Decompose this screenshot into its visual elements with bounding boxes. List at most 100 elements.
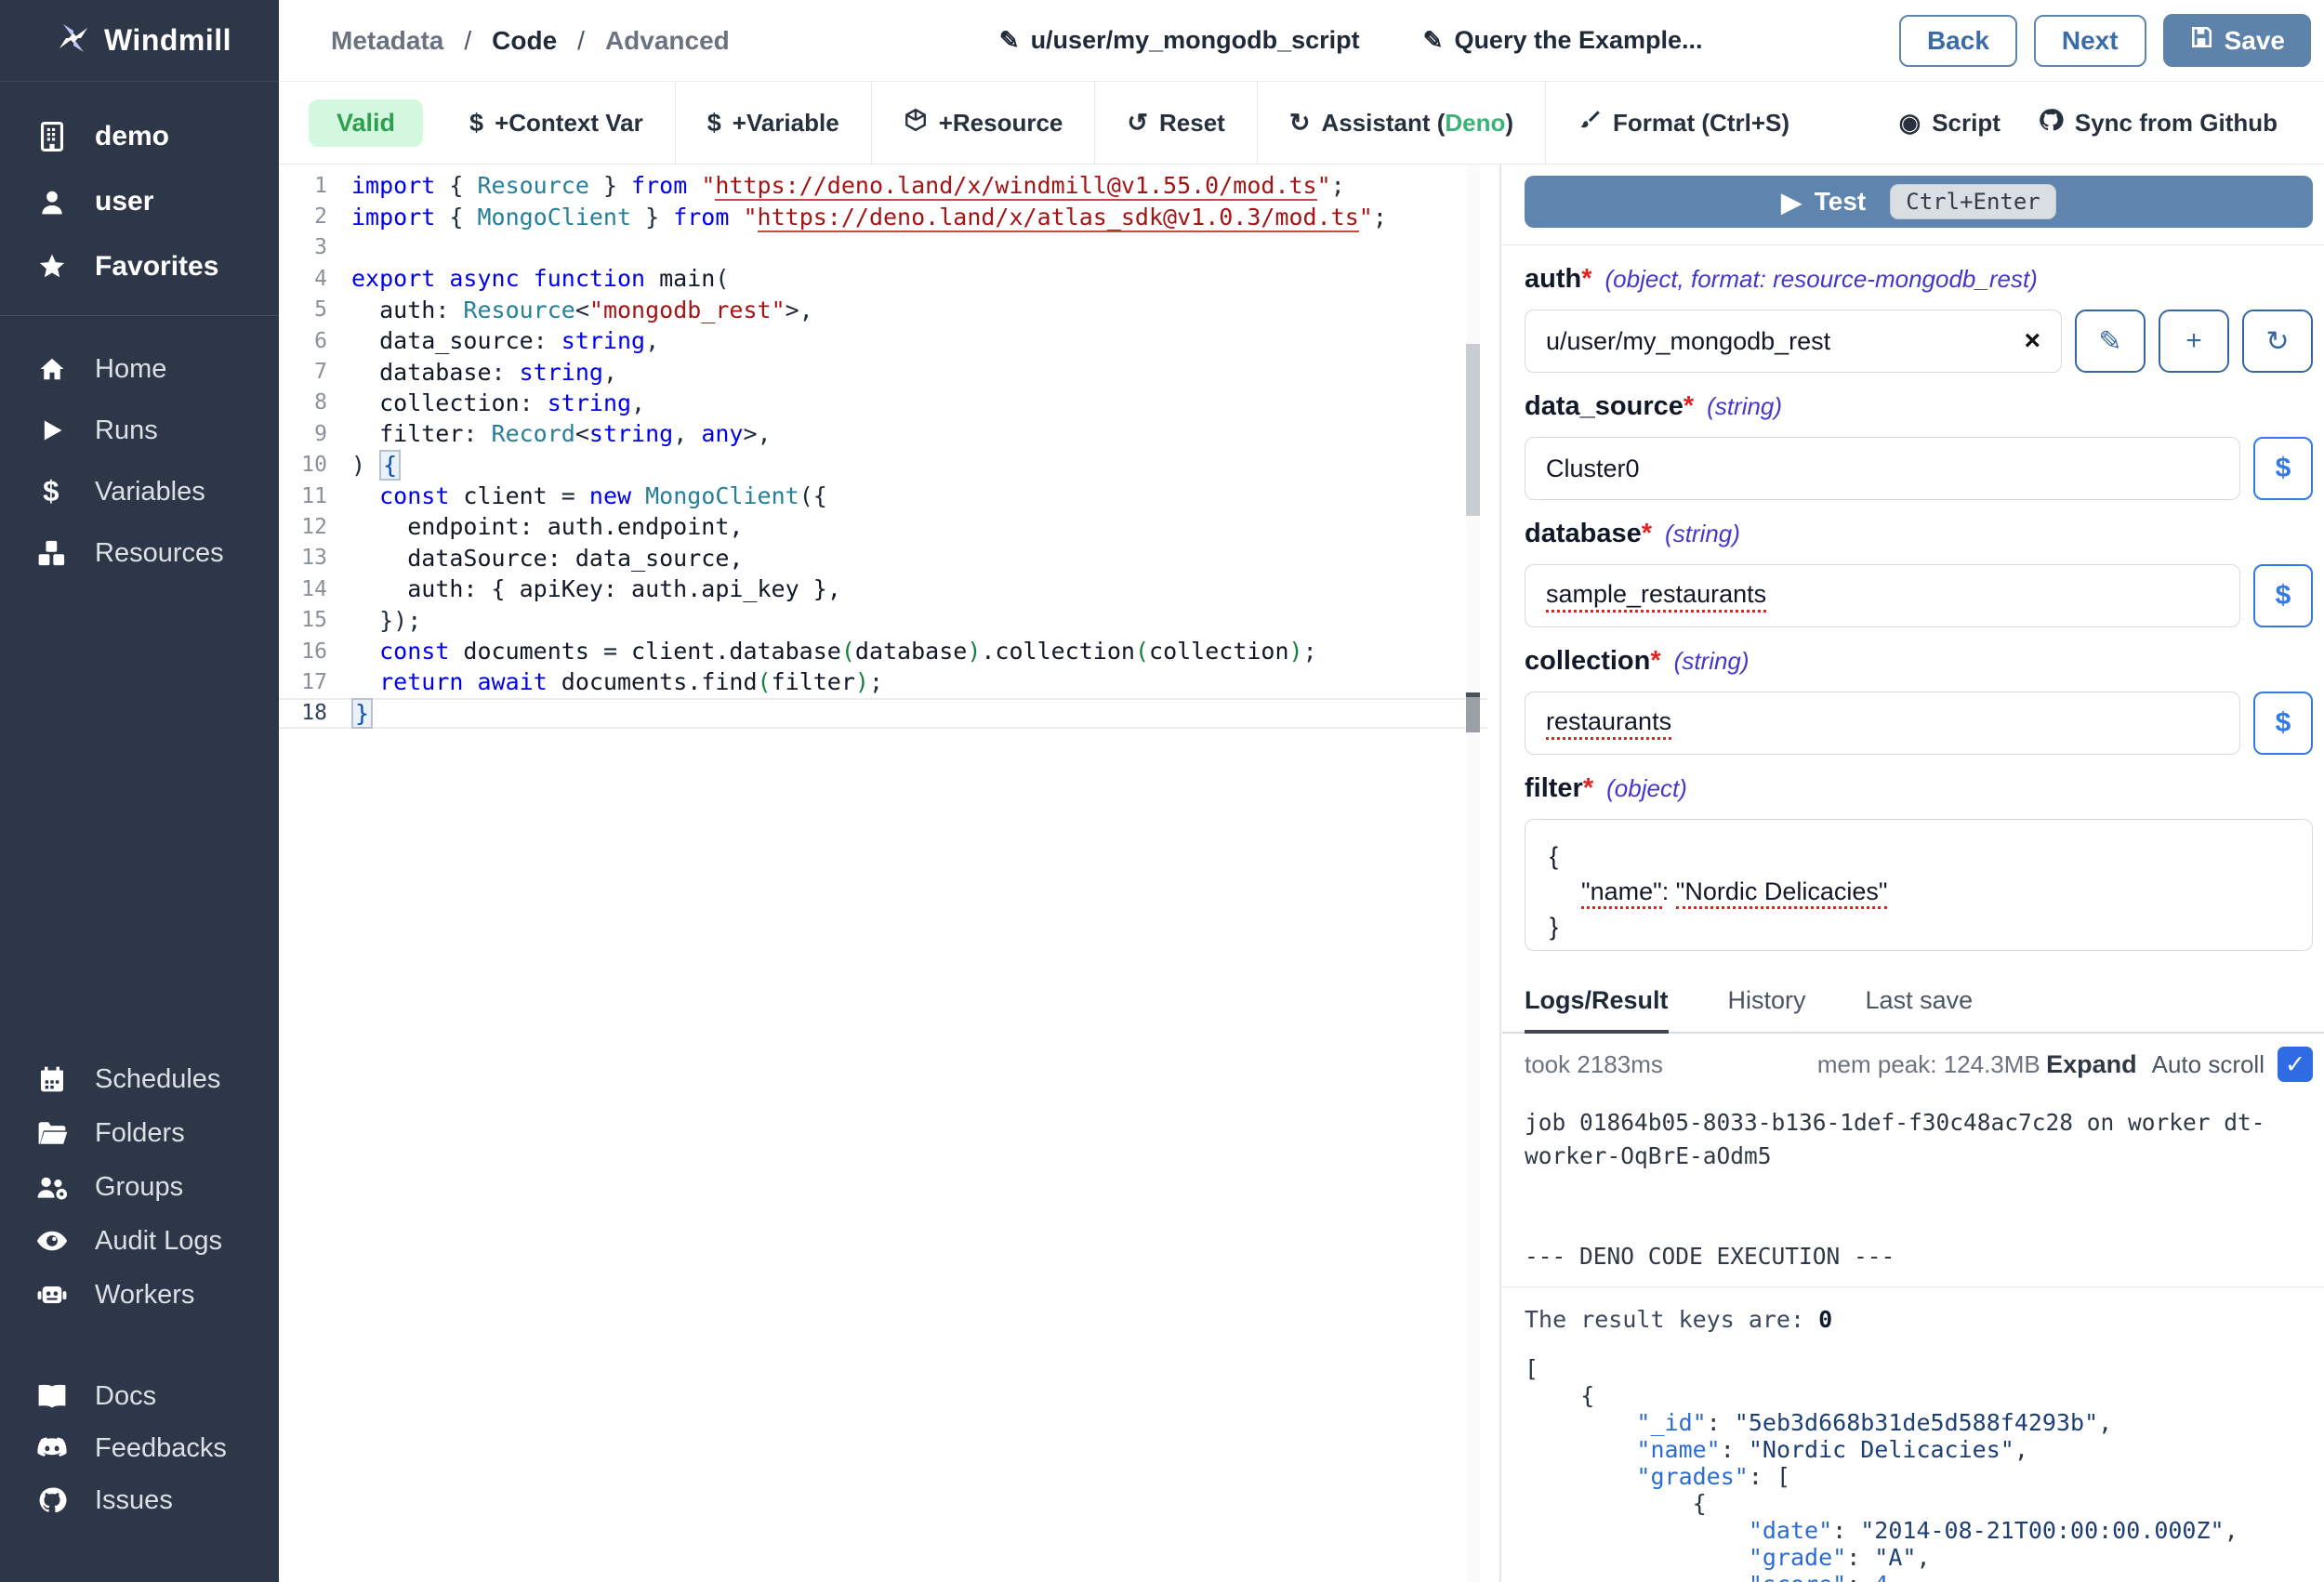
auth-resource-input[interactable]: u/user/my_mongodb_rest × [1525, 310, 2062, 373]
script-title-button[interactable]: ✎ Query the Example... [1423, 26, 1703, 55]
result-json-line: "grade": "A", [1525, 1544, 2313, 1571]
field-type: (string) [1665, 520, 1740, 548]
autoscroll-label[interactable]: Auto scroll [2152, 1050, 2265, 1079]
line-number: 6 [279, 329, 327, 353]
sidebar-item-folders[interactable]: Folders [0, 1106, 279, 1160]
result-tabs: Logs/Result History Last save [1502, 973, 2324, 1034]
sidebar-item-label: Issues [95, 1485, 173, 1516]
sidebar-item-resources[interactable]: Resources [0, 522, 279, 584]
required-star: * [1583, 773, 1593, 803]
sidebar-item-feedbacks[interactable]: Feedbacks [0, 1422, 279, 1474]
add-resource-button-panel[interactable]: + [2159, 310, 2229, 373]
tab-history[interactable]: History [1728, 973, 1806, 1032]
auth-resource-value: u/user/my_mongodb_rest [1546, 327, 1830, 356]
sidebar-item-docs[interactable]: Docs [0, 1370, 279, 1422]
tab-logs-result[interactable]: Logs/Result [1525, 973, 1669, 1034]
run-info-row: took 2183ms mem peak: 124.3MB Expand Aut… [1502, 1034, 2324, 1091]
sidebar-item-variables[interactable]: $Variables [0, 461, 279, 522]
code-line: 13 dataSource: data_source, [279, 543, 1487, 573]
result-intro: The result keys are: 0 [1525, 1306, 2313, 1333]
sidebar-item-label: Resources [95, 538, 224, 569]
database-var-picker-button[interactable]: $ [2253, 564, 2313, 627]
edit-resource-button[interactable]: ✎ [2075, 310, 2146, 373]
assistant-button[interactable]: ↻ Assistant (Deno) [1258, 95, 1545, 151]
sidebar-item-label: Schedules [95, 1064, 220, 1095]
editor-scrollbar[interactable] [1466, 165, 1480, 1582]
test-button[interactable]: ▶Test Ctrl+Enter [1525, 176, 2313, 228]
test-panel: ▶Test Ctrl+Enter auth* (object, format: … [1502, 165, 2324, 1582]
sidebar-item-issues[interactable]: Issues [0, 1474, 279, 1526]
sidebar-item-label: Feedbacks [95, 1433, 227, 1464]
format-button[interactable]: Format (Ctrl+S) [1546, 95, 1821, 151]
sidebar-item-workers[interactable]: Workers [0, 1268, 279, 1322]
refresh-resource-button[interactable]: ↻ [2242, 310, 2313, 373]
tab-code[interactable]: Code [492, 26, 557, 56]
sidebar-item-user[interactable]: user [0, 169, 279, 234]
line-number: 17 [279, 670, 327, 694]
line-number: 3 [279, 235, 327, 259]
code-line: 6 data_source: string, [279, 325, 1487, 356]
script-kind-label: Script [1932, 109, 2000, 138]
script-kind-button[interactable]: ◉ Script [1899, 95, 2000, 151]
line-number: 8 [279, 390, 327, 415]
script-title: Query the Example... [1454, 26, 1702, 55]
add-resource-button[interactable]: +Resource [872, 95, 1095, 151]
data_source-var-picker-button[interactable]: $ [2253, 437, 2313, 500]
filter-json-editor[interactable]: { "name": "Nordic Delicacies" } [1525, 819, 2313, 951]
reset-button[interactable]: ↺ Reset [1095, 95, 1256, 151]
sidebar-item-groups[interactable]: Groups [0, 1160, 279, 1214]
field-name: auth [1525, 264, 1581, 294]
sidebar-item-label: Variables [95, 477, 205, 508]
home-icon [33, 355, 71, 383]
sidebar-item-demo[interactable]: demo [0, 104, 279, 169]
code-line: 14 auth: { apiKey: auth.api_key }, [279, 573, 1487, 604]
line-number: 1 [279, 174, 327, 198]
play-icon [33, 416, 71, 444]
add-context-var-button[interactable]: $ +Context Var [438, 95, 675, 151]
code-line: 17 return await documents.find(filter); [279, 666, 1487, 697]
code-line: 5 auth: Resource<"mongodb_rest">, [279, 295, 1487, 325]
expand-button[interactable]: Expand [2046, 1050, 2137, 1079]
add-variable-button[interactable]: $ +Variable [676, 95, 871, 151]
sidebar-item-label: user [95, 186, 153, 218]
collection-var-picker-button[interactable]: $ [2253, 692, 2313, 755]
autoscroll-checkbox[interactable]: ✓ [2278, 1047, 2313, 1082]
result-json-line: "date": "2014-08-21T00:00:00.000Z", [1525, 1517, 2313, 1544]
scrollbar-thumb[interactable] [1466, 344, 1480, 516]
sync-from-github-button[interactable]: Sync from Github [2038, 95, 2278, 151]
tab-metadata[interactable]: Metadata [331, 26, 443, 56]
result-viewer: The result keys are: 0 [ { "_id": "5eb3d… [1502, 1287, 2324, 1582]
field-type: (object, format: resource-mongodb_rest) [1605, 265, 2038, 294]
line-number: 14 [279, 577, 327, 601]
sidebar-item-audit-logs[interactable]: Audit Logs [0, 1214, 279, 1268]
data_source-field-label: data_source*(string) [1525, 391, 2313, 422]
back-button[interactable]: Back [1899, 15, 2017, 67]
sidebar-item-runs[interactable]: Runs [0, 400, 279, 461]
sidebar-item-favorites[interactable]: Favorites [0, 234, 279, 299]
clear-icon[interactable]: × [2024, 325, 2040, 357]
calendar-icon [33, 1064, 71, 1094]
tab-last-save[interactable]: Last save [1866, 973, 1974, 1032]
sidebar-item-home[interactable]: Home [0, 338, 279, 400]
star-icon [33, 252, 71, 282]
windmill-logo[interactable]: Windmill [0, 0, 279, 82]
ctrl-enter-kbd: Ctrl+Enter [1890, 184, 2056, 219]
sidebar-item-label: Audit Logs [95, 1226, 222, 1257]
line-number: 4 [279, 267, 327, 291]
tab-advanced[interactable]: Advanced [605, 26, 730, 56]
sidebar-item-schedules[interactable]: Schedules [0, 1052, 279, 1106]
required-star: * [1581, 264, 1591, 294]
save-button[interactable]: Save [2163, 14, 2311, 67]
collection-value: restaurants [1546, 707, 1671, 740]
assistant-refresh-icon: ↻ [1289, 109, 1311, 138]
database-input[interactable]: sample_restaurants [1525, 564, 2240, 627]
script-path-button[interactable]: ✎ u/user/my_mongodb_script [999, 26, 1360, 55]
mem-peak-label: mem peak: 124.3MB [1817, 1050, 2040, 1079]
collection-input[interactable]: restaurants [1525, 692, 2240, 755]
string-fields: data_source*(string)Cluster0$database*(s… [1525, 391, 2313, 755]
logo-text: Windmill [104, 23, 231, 58]
data_source-input[interactable]: Cluster0 [1525, 437, 2240, 500]
code-editor[interactable]: 1import { Resource } from "https://deno.… [279, 165, 1487, 1582]
code-line: 1import { Resource } from "https://deno.… [279, 170, 1487, 201]
next-button[interactable]: Next [2034, 15, 2146, 67]
